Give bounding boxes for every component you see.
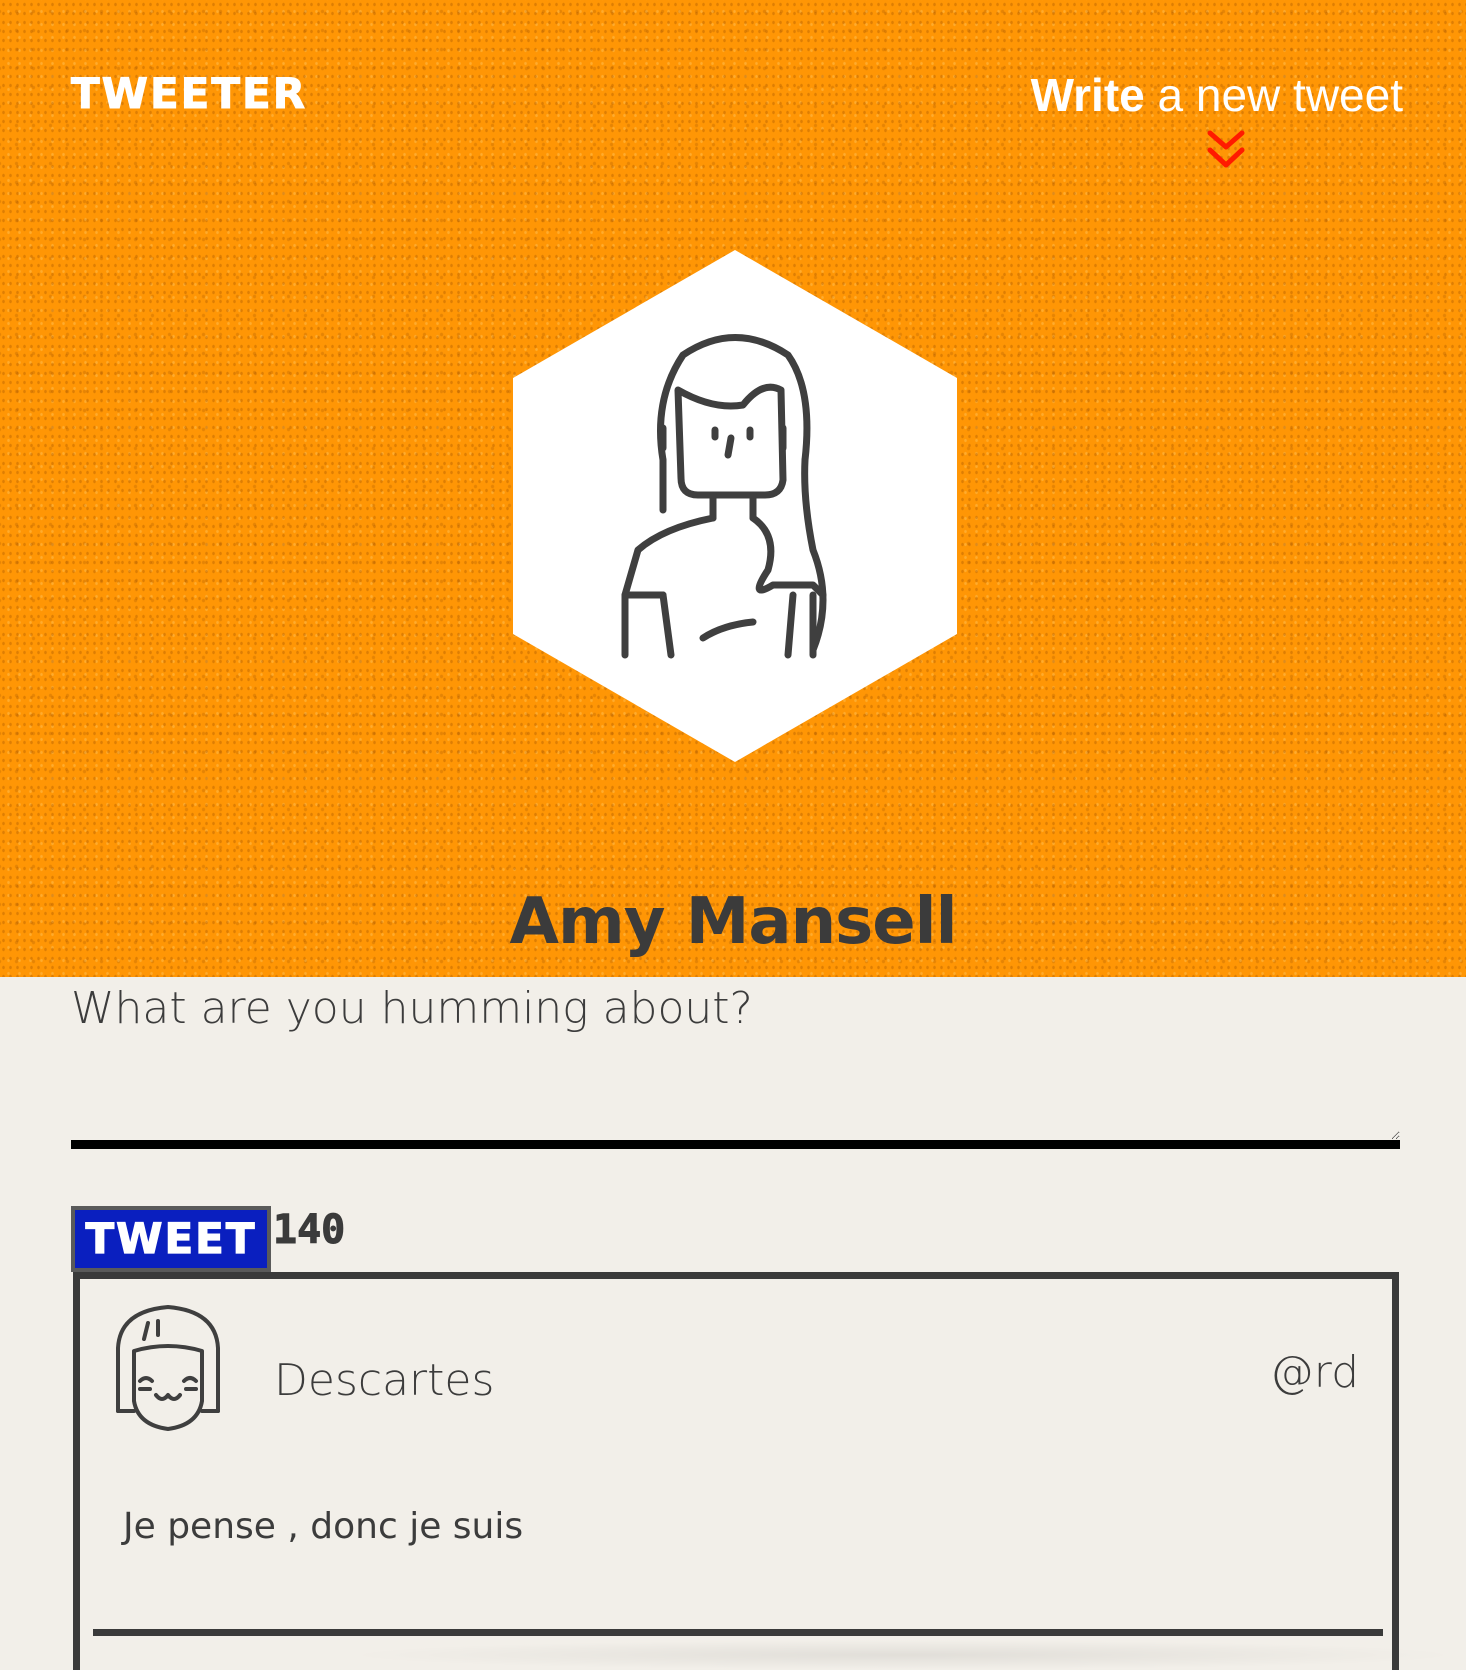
smiling-girl-avatar-icon bbox=[116, 1305, 220, 1431]
woman-avatar-icon bbox=[513, 250, 957, 762]
page-shadow bbox=[340, 1640, 1466, 1670]
app-logo[interactable]: TWEETER bbox=[70, 72, 307, 115]
tweet-input[interactable] bbox=[71, 977, 1400, 1149]
tweet-card: Descartes @rd Je pense , donc je suis bbox=[73, 1272, 1399, 1670]
tweet-button[interactable]: TWEET bbox=[71, 1206, 271, 1272]
profile-name: Amy Mansell bbox=[509, 885, 957, 959]
write-new-tweet-link[interactable]: Write a new tweet bbox=[1031, 72, 1403, 118]
char-counter: 140 bbox=[272, 1207, 346, 1253]
tweet-divider bbox=[93, 1629, 1383, 1636]
profile-header: TWEETER Write a new tweet Amy Mansell bbox=[0, 0, 1466, 977]
write-link-strong: Write bbox=[1030, 69, 1145, 121]
tweet-text: Je pense , donc je suis bbox=[123, 1506, 524, 1547]
write-link-rest: a new tweet bbox=[1144, 69, 1404, 121]
tweet-composer bbox=[71, 977, 1400, 1159]
tweet-handle[interactable]: @rd bbox=[1270, 1351, 1359, 1395]
tweet-username[interactable]: Descartes bbox=[274, 1359, 494, 1403]
double-chevron-down-icon[interactable] bbox=[1207, 130, 1245, 170]
composer-actions: TWEET 140 bbox=[71, 1206, 346, 1272]
